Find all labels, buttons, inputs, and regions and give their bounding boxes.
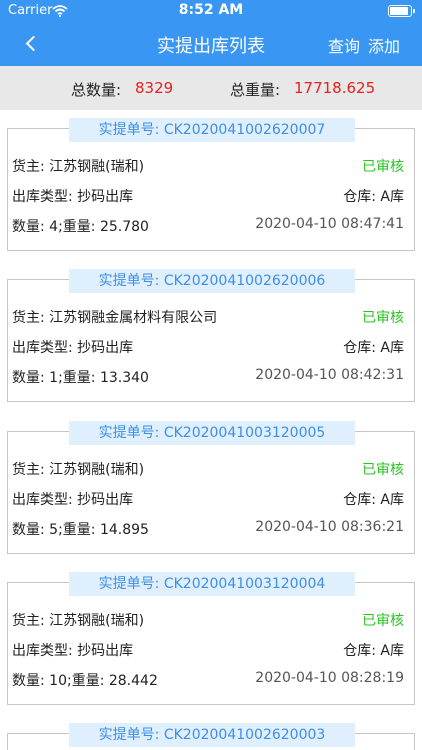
timestamp-text: 2020-04-10 08:42:31 (255, 367, 404, 383)
out-type-text: 出库类型: 抄码出库 (12, 189, 134, 205)
total-count-label: 总数量: (71, 81, 122, 99)
clock-label: 8:52 AM (178, 2, 244, 18)
add-button[interactable]: 添加 (368, 33, 400, 57)
order-number-tag: 实提单号: CK2020041003120004 (69, 572, 355, 596)
warehouse-text: 仓库: A库 (343, 643, 404, 659)
quantity-weight-text: 数量: 1;重量: 13.340 (12, 370, 149, 386)
status-badge: 已审核 (362, 159, 404, 175)
order-number-tag: 实提单号: CK2020041002620006 (69, 269, 355, 293)
order-card[interactable]: 实提单号: CK2020041003120005 货主: 江苏钢融(瑞和) 已审… (7, 421, 415, 554)
order-card[interactable]: 实提单号: CK2020041002620003 (7, 723, 415, 750)
order-card[interactable]: 实提单号: CK2020041002620006 货主: 江苏钢融金属材料有限公… (7, 269, 415, 402)
status-badge: 已审核 (362, 310, 404, 326)
owner-text: 货主: 江苏钢融(瑞和) (12, 159, 145, 175)
timestamp-text: 2020-04-10 08:28:19 (255, 670, 404, 686)
quantity-weight-text: 数量: 4;重量: 25.780 (12, 219, 149, 235)
order-card[interactable]: 实提单号: CK2020041003120004 货主: 江苏钢融(瑞和) 已审… (7, 572, 415, 705)
battery-icon (388, 5, 415, 17)
status-badge: 已审核 (362, 613, 404, 629)
status-badge: 已审核 (362, 462, 404, 478)
order-number-tag: 实提单号: CK2020041002620007 (69, 118, 355, 142)
owner-text: 货主: 江苏钢融(瑞和) (12, 462, 145, 478)
total-count-value: 8329 (135, 79, 174, 97)
order-card[interactable]: 实提单号: CK2020041002620007 货主: 江苏钢融(瑞和) 已审… (7, 118, 415, 251)
owner-text: 货主: 江苏钢融金属材料有限公司 (12, 310, 218, 326)
total-weight-value: 17718.625 (294, 79, 376, 97)
navigation-bar: 实提出库列表 查询 添加 (0, 22, 422, 66)
query-button[interactable]: 查询 (328, 33, 360, 57)
out-type-text: 出库类型: 抄码出库 (12, 492, 134, 508)
warehouse-text: 仓库: A库 (343, 340, 404, 356)
quantity-weight-text: 数量: 5;重量: 14.895 (12, 522, 149, 538)
order-number-tag: 实提单号: CK2020041003120005 (69, 421, 355, 445)
order-number-tag: 实提单号: CK2020041002620003 (69, 723, 355, 747)
timestamp-text: 2020-04-10 08:47:41 (255, 216, 404, 232)
total-weight-label: 总重量: (230, 81, 281, 99)
summary-bar: 总数量: 8329 总重量: 17718.625 (0, 66, 422, 110)
quantity-weight-text: 数量: 10;重量: 28.442 (12, 673, 158, 689)
status-bar: Carrier 8:52 AM (0, 0, 422, 22)
warehouse-text: 仓库: A库 (343, 492, 404, 508)
out-type-text: 出库类型: 抄码出库 (12, 643, 134, 659)
owner-text: 货主: 江苏钢融(瑞和) (12, 613, 145, 629)
timestamp-text: 2020-04-10 08:36:21 (255, 519, 404, 535)
out-type-text: 出库类型: 抄码出库 (12, 340, 134, 356)
warehouse-text: 仓库: A库 (343, 189, 404, 205)
